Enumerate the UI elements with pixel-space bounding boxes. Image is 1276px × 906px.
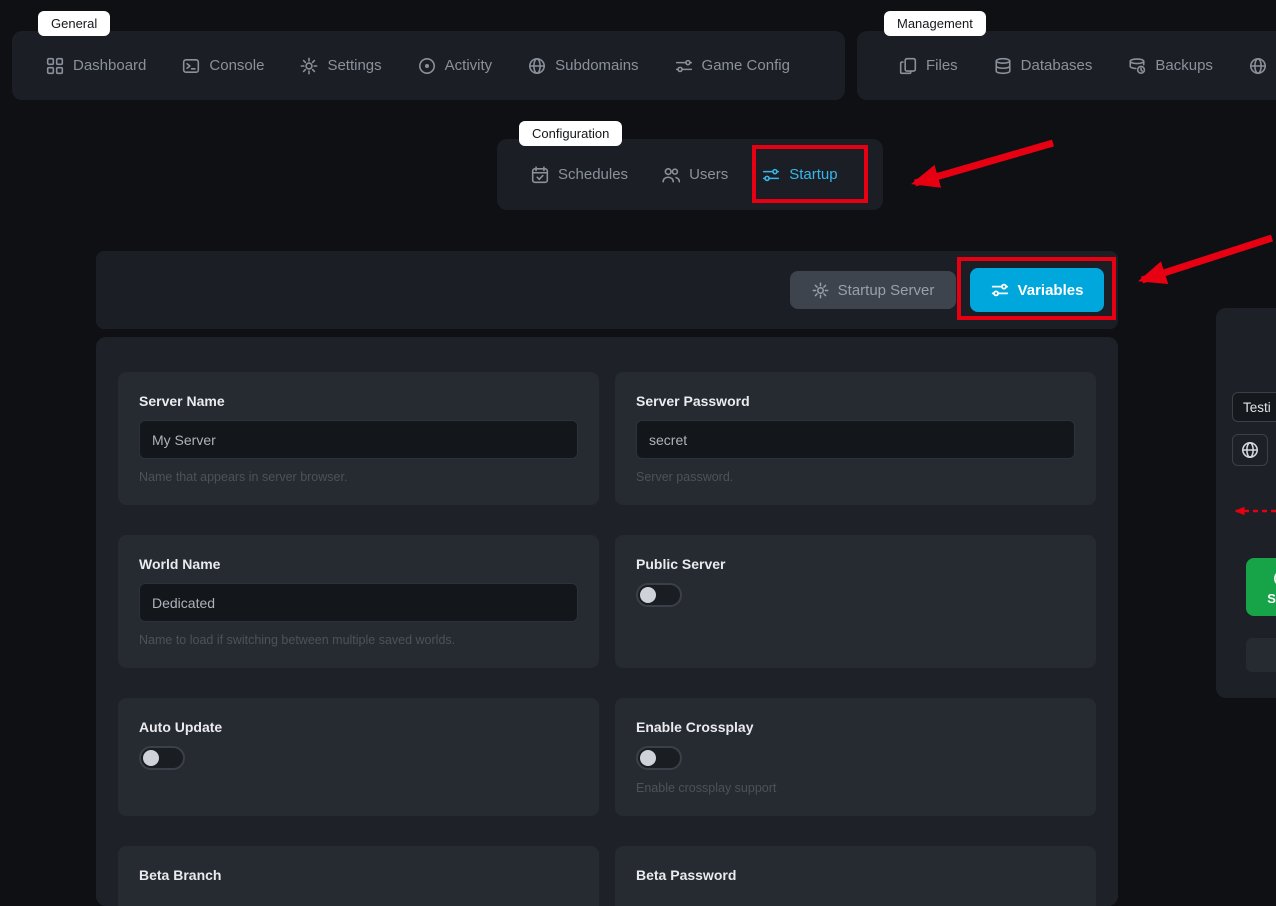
- sliders-icon: [762, 166, 780, 184]
- auto-update-toggle[interactable]: [139, 746, 185, 770]
- startup-toolbar: Startup Server Variables: [96, 251, 1118, 329]
- card-auto-update: Auto Update: [118, 698, 599, 816]
- general-navbar: Dashboard Console Settings Activity Subd…: [12, 31, 845, 100]
- button-label: Start: [1267, 590, 1276, 606]
- database-icon: [994, 57, 1012, 75]
- variables-button[interactable]: Variables: [970, 268, 1104, 312]
- nav-label: Activity: [444, 57, 493, 74]
- toggle-knob: [640, 750, 656, 766]
- sliders-icon: [675, 57, 693, 75]
- field-title: Beta Branch: [139, 867, 222, 883]
- field-helper: Enable crossplay support: [636, 781, 777, 795]
- field-title: Auto Update: [139, 719, 223, 735]
- field-title: Server Name: [139, 393, 225, 409]
- enable-crossplay-toggle[interactable]: [636, 746, 682, 770]
- play-circle-icon: [1273, 569, 1276, 588]
- nav-item-backups[interactable]: Backups: [1128, 57, 1213, 75]
- server-name-field[interactable]: [1232, 392, 1276, 422]
- nav-label: Backups: [1155, 57, 1213, 74]
- nav-item-network-partial[interactable]: N: [1249, 57, 1276, 75]
- nav-item-subdomains[interactable]: Subdomains: [528, 57, 639, 75]
- section-label-management: Management: [884, 11, 986, 36]
- gear-icon: [812, 282, 829, 299]
- card-enable-crossplay: Enable Crossplay Enable crossplay suppor…: [615, 698, 1096, 816]
- toggle-knob: [143, 750, 159, 766]
- nav-item-game-config[interactable]: Game Config: [675, 57, 790, 75]
- nav-label: Settings: [327, 57, 382, 74]
- nav-label: Startup: [789, 166, 838, 183]
- nav-item-console[interactable]: Console: [182, 57, 264, 75]
- field-helper: Server password.: [636, 470, 734, 484]
- calendar-check-icon: [531, 165, 549, 184]
- nav-label: Users: [689, 166, 729, 183]
- startup-server-button[interactable]: Startup Server: [790, 271, 956, 309]
- startup-variables-panel: Server Name Name that appears in server …: [96, 337, 1118, 906]
- dashboard-icon: [46, 57, 64, 75]
- sliders-icon: [991, 281, 1009, 299]
- card-beta-password: Beta Password: [615, 846, 1096, 906]
- field-title: Beta Password: [636, 867, 737, 883]
- subdomain-button[interactable]: [1232, 434, 1268, 466]
- card-server-name: Server Name Name that appears in server …: [118, 372, 599, 505]
- field-helper: Name that appears in server browser.: [139, 470, 348, 484]
- nav-label: Game Config: [701, 57, 790, 74]
- globe-icon: [1249, 57, 1267, 75]
- nav-item-users[interactable]: Users: [662, 166, 728, 184]
- nav-item-databases[interactable]: Databases: [994, 57, 1093, 75]
- console-icon: [182, 57, 200, 75]
- button-label: Startup Server: [837, 281, 935, 299]
- card-world-name: World Name Name to load if switching bet…: [118, 535, 599, 668]
- field-title: Enable Crossplay: [636, 719, 754, 735]
- annotation-arrow-startup: [910, 139, 1054, 188]
- world-name-input[interactable]: [139, 583, 578, 622]
- field-helper: Name to load if switching between multip…: [139, 633, 456, 647]
- activity-icon: [418, 57, 436, 75]
- nav-label: Console: [209, 57, 265, 74]
- card-public-server: Public Server: [615, 535, 1096, 668]
- management-navbar: Files Databases Backups N: [857, 31, 1276, 100]
- nav-item-settings[interactable]: Settings: [300, 57, 382, 75]
- nav-label: Schedules: [558, 166, 629, 183]
- nav-label: Dashboard: [73, 57, 147, 74]
- field-title: Public Server: [636, 556, 726, 572]
- section-label-configuration: Configuration: [519, 121, 623, 146]
- field-title: Server Password: [636, 393, 750, 409]
- nav-item-startup[interactable]: Startup: [762, 166, 838, 184]
- nav-label: Files: [926, 57, 958, 74]
- users-icon: [662, 166, 681, 184]
- gear-icon: [300, 57, 318, 75]
- files-icon: [899, 57, 917, 75]
- nav-item-activity[interactable]: Activity: [418, 57, 493, 75]
- nav-item-files[interactable]: Files: [899, 57, 958, 75]
- nav-label: Subdomains: [555, 57, 639, 74]
- start-server-button[interactable]: Start: [1246, 558, 1276, 616]
- nav-item-schedules[interactable]: Schedules: [531, 165, 629, 184]
- card-beta-branch: Beta Branch: [118, 846, 599, 906]
- page: General Dashboard Console Settings Activ…: [0, 0, 1276, 906]
- button-label: Variables: [1017, 281, 1084, 299]
- public-server-toggle[interactable]: [636, 583, 682, 607]
- nav-label: Databases: [1020, 57, 1093, 74]
- section-label-general: General: [38, 11, 111, 36]
- server-password-input[interactable]: [636, 420, 1075, 459]
- backup-icon: [1128, 57, 1146, 75]
- server-name-input[interactable]: [139, 420, 578, 459]
- configuration-navbar: Schedules Users Startup: [497, 139, 883, 210]
- globe-icon: [1241, 441, 1259, 459]
- server-side-panel: Start: [1216, 308, 1276, 698]
- field-title: World Name: [139, 556, 221, 572]
- secondary-action-button[interactable]: [1246, 638, 1276, 672]
- nav-item-dashboard[interactable]: Dashboard: [46, 57, 146, 75]
- card-server-password: Server Password Server password.: [615, 372, 1096, 505]
- globe-icon: [528, 57, 546, 75]
- annotation-arrow-variables: [1138, 234, 1274, 285]
- toggle-knob: [640, 587, 656, 603]
